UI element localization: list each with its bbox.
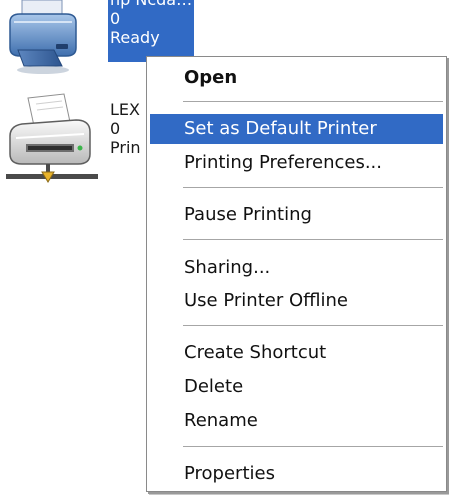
printer-jobs: 0 <box>110 119 121 138</box>
menu-separator <box>183 446 443 448</box>
printer-context-menu: Open Set as Default Printer Printing Pre… <box>146 56 447 492</box>
menu-item-properties[interactable]: Properties <box>150 459 443 489</box>
menu-item-sharing[interactable]: Sharing... <box>150 253 443 283</box>
menu-separator <box>183 101 443 103</box>
printer-status: Ready <box>110 28 160 47</box>
printer-label-2[interactable]: LEX 0 Prin <box>108 100 141 157</box>
menu-separator <box>183 325 443 327</box>
printer-icon[interactable] <box>4 0 82 78</box>
menu-item-delete[interactable]: Delete <box>150 372 443 402</box>
printer-label-1[interactable]: hp Ncdá… 0 Ready <box>108 0 194 62</box>
printer-name: LEX <box>110 100 140 119</box>
menu-separator <box>183 239 443 241</box>
menu-item-create-shortcut[interactable]: Create Shortcut <box>150 338 443 368</box>
printer-jobs: 0 <box>110 9 121 28</box>
menu-item-pause-printing[interactable]: Pause Printing <box>150 200 443 230</box>
menu-separator <box>183 187 443 189</box>
printers-folder-view: hp Ncdá… 0 Ready <box>0 0 449 500</box>
shared-printer-icon[interactable] <box>6 92 98 186</box>
printer-name: hp Ncdá… <box>108 0 194 9</box>
printer-status: Prin <box>110 138 141 157</box>
menu-item-rename[interactable]: Rename <box>150 406 443 436</box>
menu-item-open[interactable]: Open <box>150 63 443 93</box>
menu-item-printing-preferences[interactable]: Printing Preferences... <box>150 148 443 178</box>
menu-item-use-printer-offline[interactable]: Use Printer Offline <box>150 286 443 316</box>
menu-item-set-default-printer[interactable]: Set as Default Printer <box>150 114 443 144</box>
